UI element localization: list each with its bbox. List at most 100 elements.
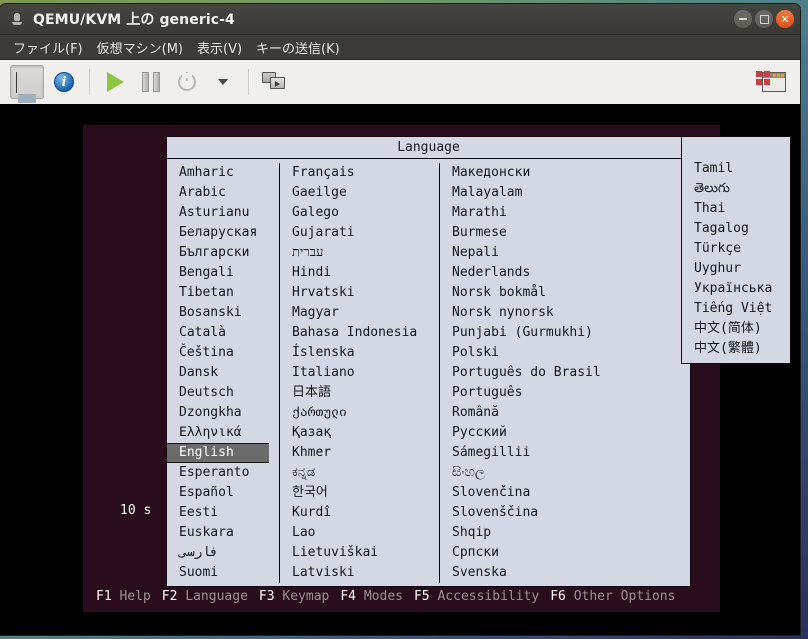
language-item[interactable]: Български (177, 243, 273, 263)
language-item[interactable]: ქართული (290, 403, 433, 423)
language-item[interactable]: Gaeilge (290, 183, 433, 203)
language-item[interactable]: Deutsch (177, 383, 273, 403)
language-item[interactable]: Eesti (177, 503, 273, 523)
language-item[interactable]: Khmer (290, 443, 433, 463)
language-item[interactable]: Français (290, 163, 433, 183)
language-item[interactable]: Arabic (177, 183, 273, 203)
language-item[interactable]: 中文(简体) (692, 319, 790, 339)
fkey-f4[interactable]: F4 (340, 589, 363, 604)
language-item[interactable]: Lao (290, 523, 433, 543)
language-item[interactable]: Italiano (290, 363, 433, 383)
language-item[interactable]: Bahasa Indonesia (290, 323, 433, 343)
language-item[interactable]: Hindi (290, 263, 433, 283)
language-item[interactable]: తెలుగు (692, 179, 790, 199)
language-item[interactable]: ಕನ್ನಡ (290, 463, 433, 483)
language-item[interactable]: Uyghur (692, 259, 790, 279)
language-item[interactable]: Galego (290, 203, 433, 223)
language-item[interactable]: Українська (692, 279, 790, 299)
language-item[interactable]: Bengali (177, 263, 273, 283)
close-button[interactable]: ✕ (776, 10, 794, 28)
language-item[interactable]: Suomi (177, 563, 273, 583)
fkey-label-f6[interactable]: Other Options (574, 589, 676, 604)
language-item[interactable]: Ελληνικά (177, 423, 273, 443)
language-item[interactable]: Esperanto (177, 463, 273, 483)
language-item[interactable]: Српски (450, 543, 599, 563)
language-item[interactable]: עברית (290, 243, 433, 263)
language-item[interactable]: Gujarati (290, 223, 433, 243)
language-item[interactable]: Русский (450, 423, 599, 443)
language-item[interactable]: Română (450, 403, 599, 423)
language-item[interactable]: Svenska (450, 563, 599, 583)
menu-send-key[interactable]: キーの送信(K) (249, 36, 347, 59)
language-item[interactable]: Norsk nynorsk (450, 303, 599, 323)
fkey-label-f2[interactable]: Language (185, 589, 248, 604)
menu-file[interactable]: ファイル(F) (6, 36, 90, 59)
minimize-button[interactable] (734, 10, 752, 28)
language-item[interactable]: Thai (692, 199, 790, 219)
language-item[interactable]: Македонски (450, 163, 599, 183)
language-item[interactable]: Português do Brasil (450, 363, 601, 383)
language-item[interactable]: Tibetan (177, 283, 273, 303)
menu-virtual-machine[interactable]: 仮想マシン(M) (90, 36, 190, 59)
fkey-f6[interactable]: F6 (550, 589, 573, 604)
language-item[interactable]: Dansk (177, 363, 273, 383)
maximize-button[interactable] (755, 10, 773, 28)
run-button[interactable] (99, 66, 131, 98)
fkey-f5[interactable]: F5 (414, 589, 437, 604)
language-item[interactable]: Norsk bokmål (450, 283, 599, 303)
language-item[interactable]: Беларуская (177, 223, 273, 243)
language-item[interactable]: Asturianu (177, 203, 273, 223)
fkey-label-f4[interactable]: Modes (364, 589, 403, 604)
language-item-selected[interactable]: English (167, 443, 269, 463)
fkey-f3[interactable]: F3 (259, 589, 282, 604)
language-item[interactable]: Slovenščina (450, 503, 599, 523)
language-item[interactable]: Malayalam (450, 183, 599, 203)
language-item[interactable]: Amharic (177, 163, 273, 183)
show-console-button[interactable] (10, 65, 44, 125)
fkey-label-f3[interactable]: Keymap (282, 589, 329, 604)
language-item[interactable]: Euskara (177, 523, 273, 543)
language-item[interactable]: Burmese (450, 223, 599, 243)
language-item[interactable]: Català (177, 323, 273, 343)
language-item[interactable]: Tiếng Việt (692, 299, 790, 319)
language-item[interactable]: Čeština (177, 343, 273, 363)
language-item[interactable]: Bosanski (177, 303, 273, 323)
fkey-f2[interactable]: F2 (162, 589, 185, 604)
language-item[interactable]: Shqip (450, 523, 599, 543)
language-item[interactable]: Punjabi (Gurmukhi) (450, 323, 599, 343)
language-item[interactable]: සිංහල (450, 463, 599, 483)
fkey-label-f5[interactable]: Accessibility (437, 589, 539, 604)
language-item[interactable]: Tagalog (692, 219, 790, 239)
pause-button[interactable] (135, 66, 167, 98)
shutdown-menu-button[interactable] (207, 66, 239, 98)
language-item[interactable]: Қазақ (290, 423, 433, 443)
language-item[interactable]: Latviski (290, 563, 433, 583)
language-item[interactable]: Slovenčina (450, 483, 599, 503)
language-item[interactable]: 한국어 (290, 483, 433, 503)
language-item[interactable]: Sámegillii (450, 443, 599, 463)
language-item[interactable]: 日本語 (290, 383, 433, 403)
vm-console-display[interactable]: Language Amharic Arabic Asturianu Беларуска… (0, 104, 800, 635)
language-item[interactable]: Español (177, 483, 273, 503)
shutdown-button[interactable] (171, 66, 203, 98)
show-details-button[interactable]: i (48, 66, 80, 98)
language-item[interactable]: Hrvatski (290, 283, 433, 303)
language-item[interactable]: Nederlands (450, 263, 599, 283)
language-item[interactable]: Dzongkha (177, 403, 273, 423)
fkey-label-f1[interactable]: Help (119, 589, 150, 604)
language-item[interactable]: Kurdî (290, 503, 433, 523)
snapshots-button[interactable] (258, 66, 290, 98)
language-item[interactable]: Íslenska (290, 343, 433, 363)
language-item[interactable]: فارسی (177, 543, 273, 563)
language-item[interactable]: Magyar (290, 303, 433, 323)
fkey-f1[interactable]: F1 (96, 589, 119, 604)
menu-view[interactable]: 表示(V) (190, 36, 249, 59)
language-item[interactable]: Tamil (692, 159, 790, 179)
language-item[interactable]: Lietuviškai (290, 543, 433, 563)
fullscreen-button[interactable] (756, 66, 790, 98)
language-item[interactable]: Nepali (450, 243, 599, 263)
language-item[interactable]: 中文(繁體) (692, 339, 790, 359)
language-item[interactable]: Polski (450, 343, 599, 363)
language-item[interactable]: Marathi (450, 203, 599, 223)
language-item[interactable]: Português (450, 383, 599, 403)
